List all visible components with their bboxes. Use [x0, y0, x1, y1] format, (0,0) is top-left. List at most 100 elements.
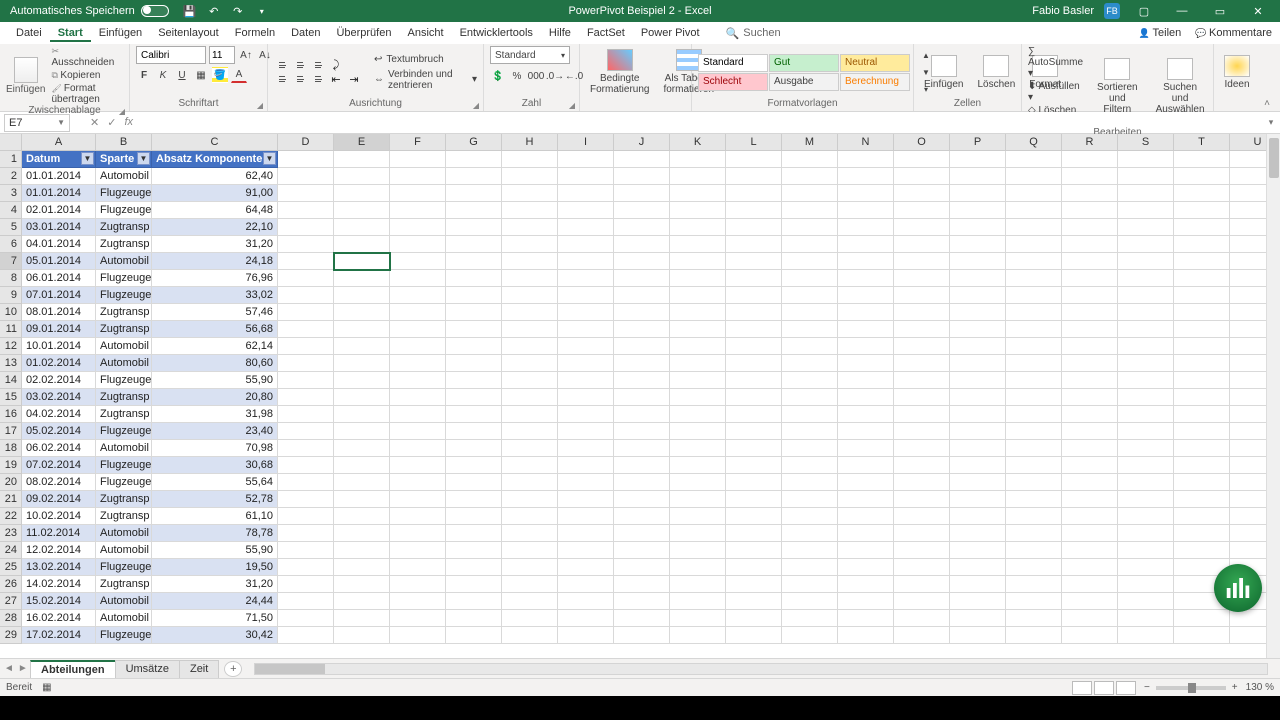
table-cell[interactable]: Flugzeuge: [96, 372, 152, 389]
table-cell[interactable]: 62,14: [152, 338, 278, 355]
empty-cell[interactable]: [782, 219, 838, 236]
empty-cell[interactable]: [614, 627, 670, 644]
empty-cell[interactable]: [1006, 440, 1062, 457]
empty-cell[interactable]: [726, 338, 782, 355]
empty-cell[interactable]: [446, 270, 502, 287]
empty-cell[interactable]: [278, 559, 334, 576]
row-header[interactable]: 16: [0, 406, 22, 423]
empty-cell[interactable]: [838, 202, 894, 219]
empty-cell[interactable]: [1006, 508, 1062, 525]
empty-cell[interactable]: [894, 457, 950, 474]
empty-cell[interactable]: [670, 236, 726, 253]
empty-cell[interactable]: [670, 253, 726, 270]
empty-cell[interactable]: [1118, 406, 1174, 423]
empty-cell[interactable]: [1174, 236, 1230, 253]
empty-cell[interactable]: [1118, 491, 1174, 508]
menu-tab-datei[interactable]: Datei: [8, 24, 50, 42]
empty-cell[interactable]: [334, 304, 390, 321]
table-cell[interactable]: 57,46: [152, 304, 278, 321]
empty-cell[interactable]: [334, 355, 390, 372]
column-header[interactable]: P: [950, 134, 1006, 151]
column-header[interactable]: B: [96, 134, 152, 151]
empty-cell[interactable]: [1118, 270, 1174, 287]
collapse-ribbon-icon[interactable]: ˄: [1258, 44, 1276, 111]
empty-cell[interactable]: [838, 338, 894, 355]
table-cell[interactable]: Zugtransp: [96, 219, 152, 236]
table-cell[interactable]: Zugtransp: [96, 321, 152, 338]
empty-cell[interactable]: [782, 423, 838, 440]
empty-cell[interactable]: [502, 508, 558, 525]
table-cell[interactable]: 10.02.2014: [22, 508, 96, 525]
empty-cell[interactable]: [390, 236, 446, 253]
row-header[interactable]: 4: [0, 202, 22, 219]
empty-cell[interactable]: [558, 406, 614, 423]
table-cell[interactable]: 01.01.2014: [22, 168, 96, 185]
empty-cell[interactable]: [894, 440, 950, 457]
table-cell[interactable]: Flugzeuge: [96, 559, 152, 576]
empty-cell[interactable]: [614, 542, 670, 559]
empty-cell[interactable]: [1062, 576, 1118, 593]
empty-cell[interactable]: [1062, 474, 1118, 491]
empty-cell[interactable]: [502, 406, 558, 423]
table-cell[interactable]: 05.02.2014: [22, 423, 96, 440]
row-header[interactable]: 14: [0, 372, 22, 389]
zoom-slider[interactable]: [1156, 686, 1226, 690]
empty-cell[interactable]: [334, 406, 390, 423]
empty-cell[interactable]: [278, 525, 334, 542]
empty-cell[interactable]: [726, 406, 782, 423]
style-gut[interactable]: Gut: [769, 54, 839, 72]
empty-cell[interactable]: [838, 355, 894, 372]
empty-cell[interactable]: [950, 559, 1006, 576]
empty-cell[interactable]: [614, 559, 670, 576]
empty-cell[interactable]: [614, 610, 670, 627]
menu-tab-factset[interactable]: FactSet: [579, 24, 633, 42]
empty-cell[interactable]: [670, 321, 726, 338]
menu-tab-seitenlayout[interactable]: Seitenlayout: [150, 24, 227, 42]
empty-cell[interactable]: [614, 525, 670, 542]
empty-cell[interactable]: [1118, 287, 1174, 304]
empty-cell[interactable]: [334, 185, 390, 202]
empty-cell[interactable]: [334, 576, 390, 593]
empty-cell[interactable]: [894, 525, 950, 542]
empty-cell[interactable]: [838, 491, 894, 508]
enter-formula-icon[interactable]: ✓: [107, 116, 116, 129]
empty-cell[interactable]: [838, 559, 894, 576]
empty-cell[interactable]: [1118, 610, 1174, 627]
empty-cell[interactable]: [502, 304, 558, 321]
view-page-layout-icon[interactable]: [1094, 681, 1114, 695]
dialog-launcher-icon[interactable]: ◢: [257, 101, 263, 110]
empty-cell[interactable]: [1062, 270, 1118, 287]
table-cell[interactable]: 07.01.2014: [22, 287, 96, 304]
empty-cell[interactable]: [278, 338, 334, 355]
empty-cell[interactable]: [390, 406, 446, 423]
empty-cell[interactable]: [278, 610, 334, 627]
empty-cell[interactable]: [502, 474, 558, 491]
menu-tab-power-pivot[interactable]: Power Pivot: [633, 24, 708, 42]
empty-cell[interactable]: [390, 491, 446, 508]
empty-cell[interactable]: [614, 474, 670, 491]
empty-cell[interactable]: [950, 508, 1006, 525]
empty-cell[interactable]: [558, 168, 614, 185]
empty-cell[interactable]: [614, 151, 670, 168]
empty-cell[interactable]: [1062, 372, 1118, 389]
empty-cell[interactable]: [334, 491, 390, 508]
empty-cell[interactable]: [838, 185, 894, 202]
empty-cell[interactable]: [1174, 610, 1230, 627]
empty-cell[interactable]: [894, 508, 950, 525]
empty-cell[interactable]: [558, 440, 614, 457]
empty-cell[interactable]: [1006, 202, 1062, 219]
empty-cell[interactable]: [670, 406, 726, 423]
empty-cell[interactable]: [558, 304, 614, 321]
empty-cell[interactable]: [334, 287, 390, 304]
empty-cell[interactable]: [894, 168, 950, 185]
empty-cell[interactable]: [334, 457, 390, 474]
empty-cell[interactable]: [950, 270, 1006, 287]
empty-cell[interactable]: [278, 423, 334, 440]
empty-cell[interactable]: [1006, 168, 1062, 185]
table-cell[interactable]: 16.02.2014: [22, 610, 96, 627]
row-header[interactable]: 8: [0, 270, 22, 287]
empty-cell[interactable]: [1062, 219, 1118, 236]
empty-cell[interactable]: [838, 287, 894, 304]
empty-cell[interactable]: [1118, 253, 1174, 270]
table-cell[interactable]: Automobil: [96, 253, 152, 270]
